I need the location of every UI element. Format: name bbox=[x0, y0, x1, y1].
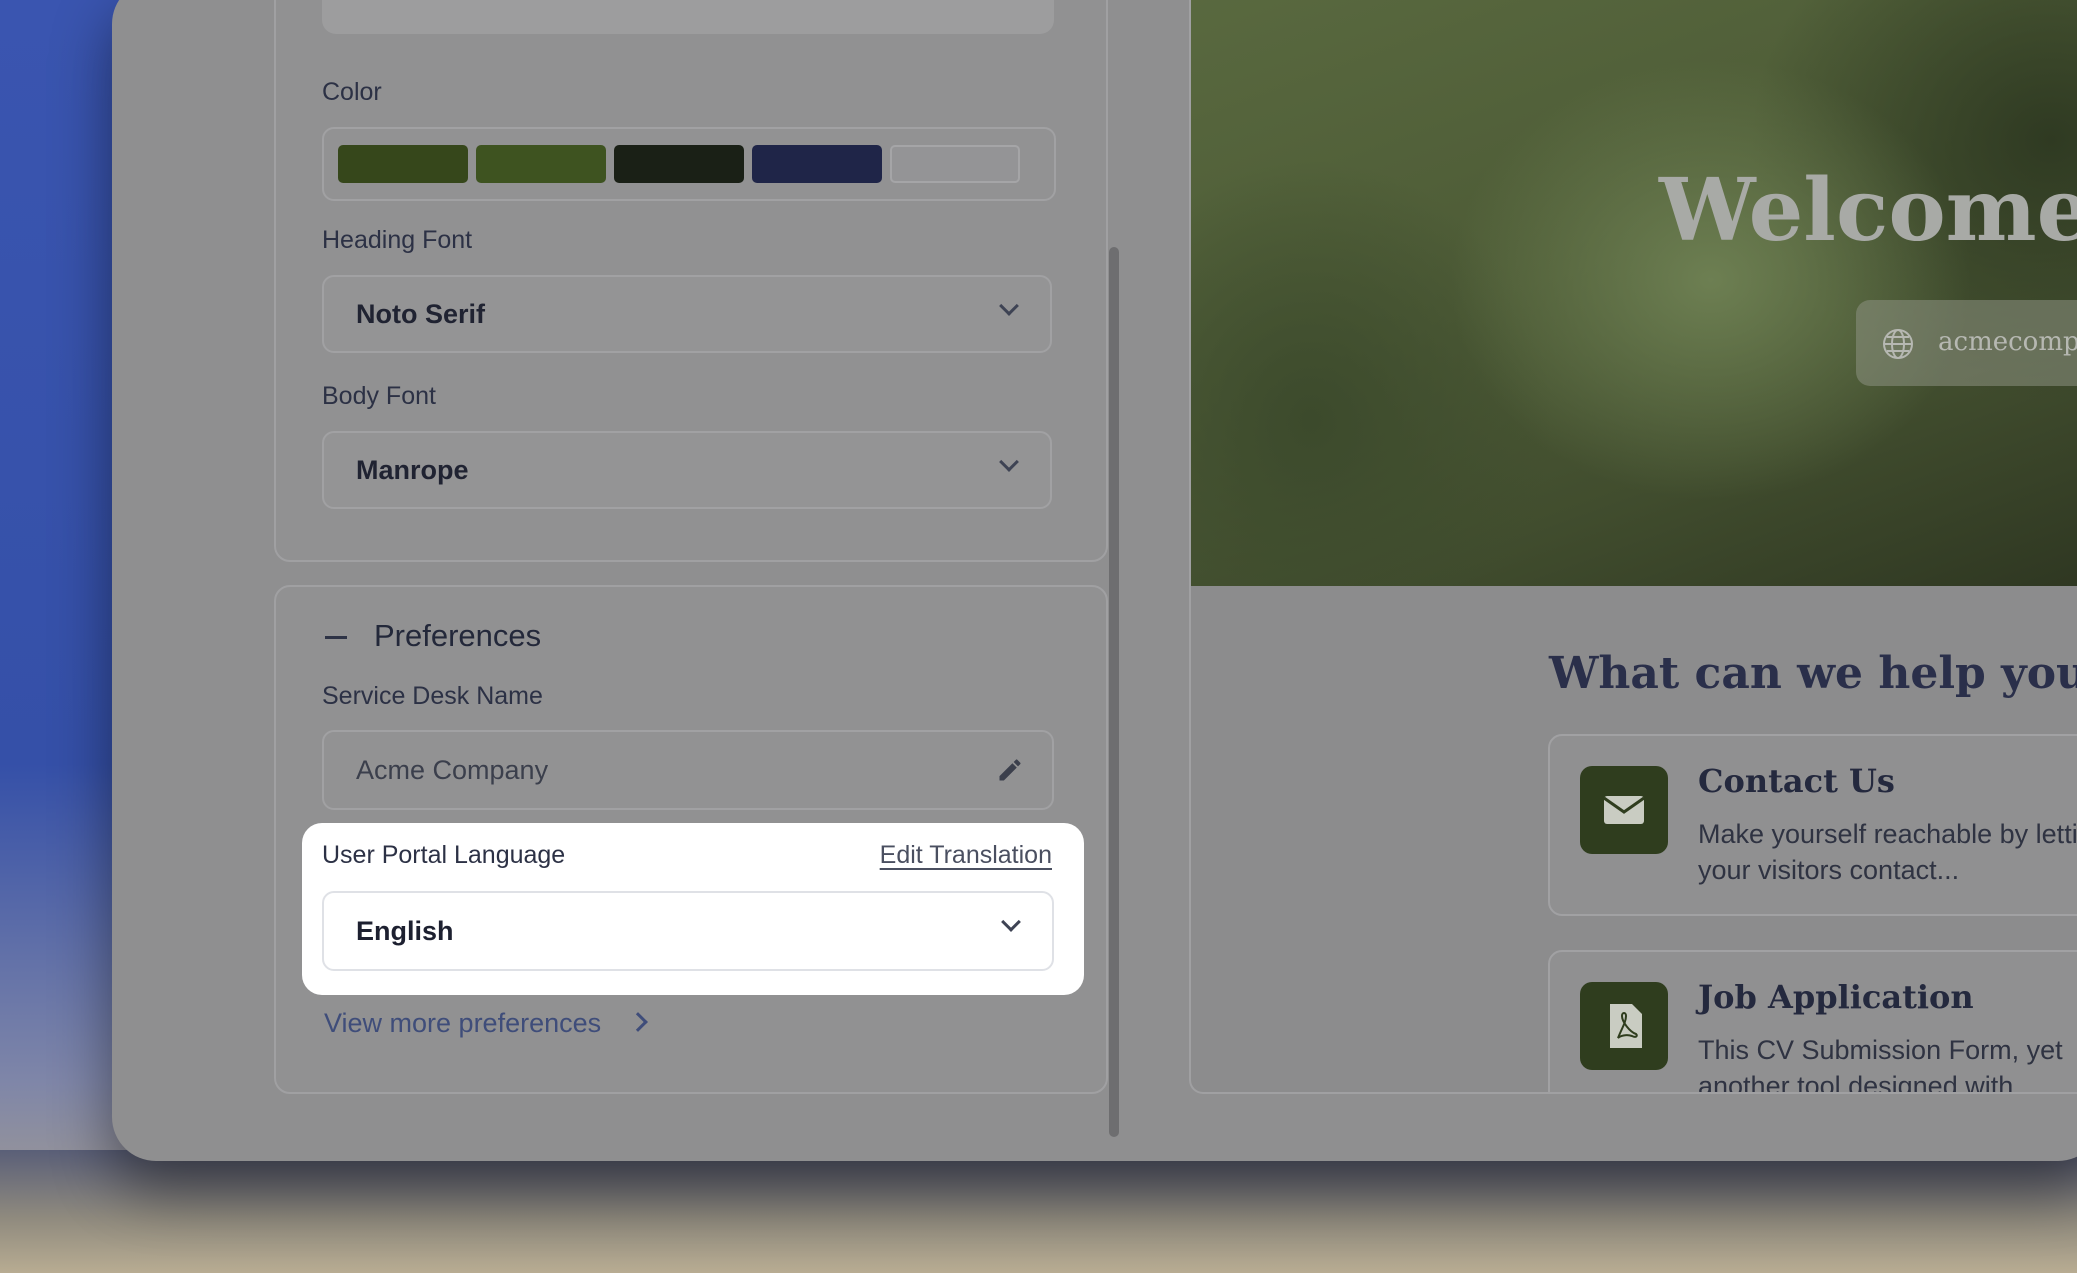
view-more-preferences-link[interactable]: View more preferences bbox=[324, 1008, 601, 1039]
body-font-select[interactable]: Manrope bbox=[322, 431, 1052, 509]
heading-font-select[interactable]: Noto Serif bbox=[322, 275, 1052, 353]
body-font-value: Manrope bbox=[356, 455, 469, 485]
color-swatch-4[interactable] bbox=[752, 145, 882, 183]
language-select[interactable]: English bbox=[322, 891, 1054, 971]
card-description: Make yourself reachable by letting your … bbox=[1698, 819, 2077, 885]
edit-translation-link[interactable]: Edit Translation bbox=[880, 841, 1052, 870]
url-text: acmecompany.com bbox=[1938, 327, 2077, 357]
pdf-file-icon bbox=[1580, 982, 1668, 1070]
scrollbar[interactable] bbox=[1109, 247, 1119, 1137]
color-swatch-2[interactable] bbox=[476, 145, 606, 183]
heading-font-label: Heading Font bbox=[322, 226, 473, 254]
pencil-icon[interactable] bbox=[996, 756, 1024, 784]
color-swatches bbox=[322, 127, 1056, 201]
color-swatch-3[interactable] bbox=[614, 145, 744, 183]
chevron-down-icon bbox=[999, 452, 1019, 472]
card-title: Contact Us bbox=[1698, 762, 1895, 800]
logo-preview[interactable] bbox=[322, 0, 1054, 34]
chevron-down-icon bbox=[1001, 912, 1021, 932]
service-desk-name-field[interactable]: Acme Company bbox=[322, 730, 1054, 810]
body-font-label: Body Font bbox=[322, 382, 436, 410]
language-highlight: User Portal Language Edit Translation En… bbox=[302, 823, 1084, 995]
chevron-down-icon bbox=[999, 296, 1019, 316]
collapse-minus-icon[interactable] bbox=[325, 636, 347, 639]
user-portal-language-label: User Portal Language bbox=[322, 841, 566, 869]
heading-font-value: Noto Serif bbox=[356, 299, 486, 329]
desktop-background-bottom bbox=[0, 1150, 2077, 1273]
preferences-title: Preferences bbox=[374, 618, 542, 653]
contact-us-card[interactable]: Contact Us Make yourself reachable by le… bbox=[1548, 734, 2077, 916]
envelope-icon bbox=[1580, 766, 1668, 854]
globe-icon bbox=[1883, 329, 1913, 359]
hero-title: Welcome to our bbox=[1659, 160, 2077, 261]
color-label: Color bbox=[322, 78, 382, 106]
hero-banner: Welcome to our acmecompany.com bbox=[1191, 0, 2077, 586]
color-swatch-5[interactable] bbox=[890, 145, 1020, 183]
color-swatch-1[interactable] bbox=[338, 145, 468, 183]
portal-preview: Welcome to our acmecompany.com What can … bbox=[1189, 0, 2077, 1094]
app-window: Color Heading Font Noto Serif Body Font … bbox=[112, 0, 2077, 1161]
help-title: What can we help you with? bbox=[1549, 648, 2077, 699]
job-application-card[interactable]: Job Application This CV Submission Form,… bbox=[1548, 950, 2077, 1094]
card-description: This CV Submission Form, yet another too… bbox=[1698, 1035, 2063, 1094]
card-title: Job Application bbox=[1698, 978, 1974, 1016]
language-value: English bbox=[356, 916, 454, 946]
service-desk-name-value: Acme Company bbox=[356, 755, 549, 785]
service-desk-name-label: Service Desk Name bbox=[322, 682, 543, 710]
url-badge: acmecompany.com bbox=[1856, 300, 2077, 386]
